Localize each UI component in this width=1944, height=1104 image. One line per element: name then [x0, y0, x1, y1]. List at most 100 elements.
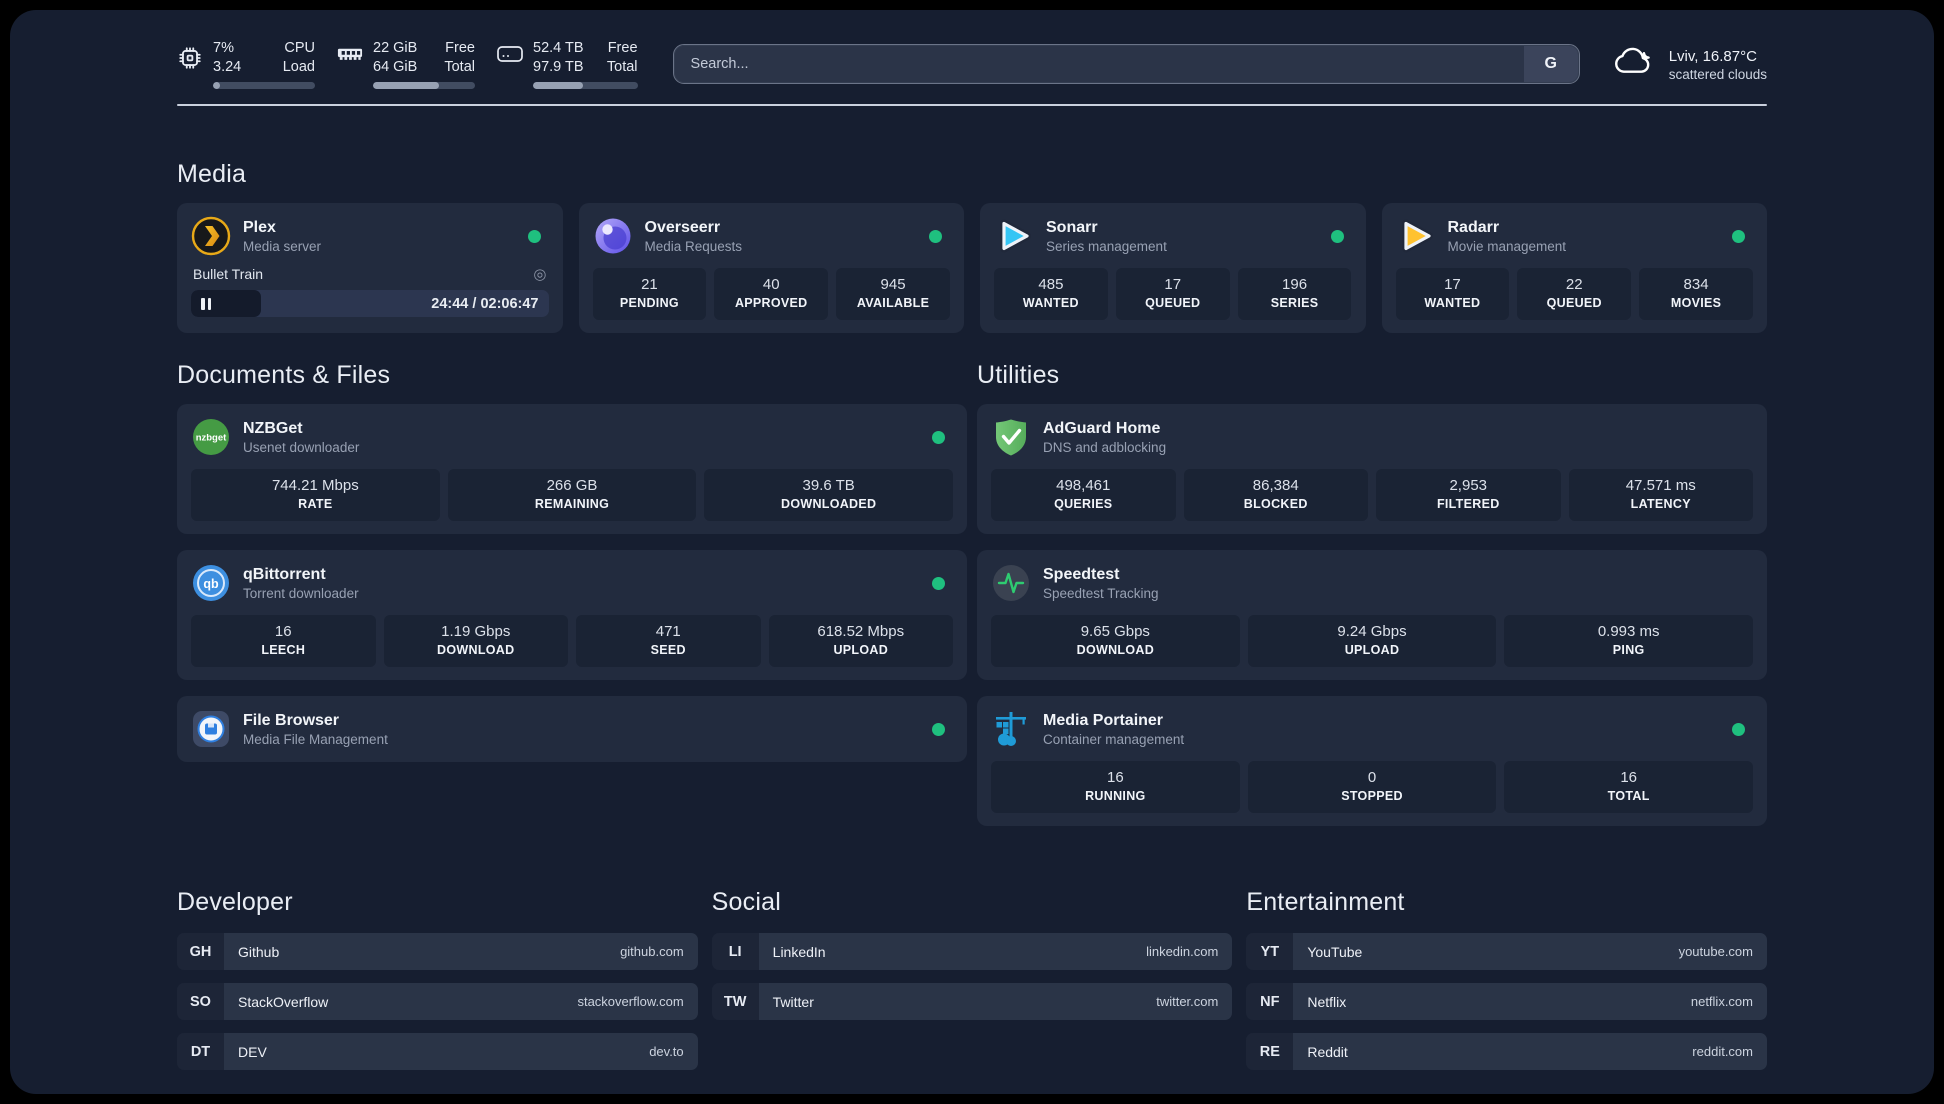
disk-total-value: 97.9 TB — [533, 59, 584, 75]
cpu-usage-label: CPU — [284, 40, 315, 56]
service-subtitle: Torrent downloader — [243, 585, 359, 601]
bookmark-name: YouTube — [1307, 943, 1363, 960]
bookmark-name: DEV — [238, 1043, 267, 1060]
section-title-utilities: Utilities — [977, 361, 1060, 389]
nzbget-card[interactable]: nzbget NZBGet Usenet downloader 744.21 M… — [177, 404, 967, 534]
memory-stat: 22 GiB 64 GiB Free Total — [337, 39, 475, 89]
bookmark-name: Reddit — [1307, 1043, 1348, 1060]
stat-box: 22 QUEUED — [1517, 268, 1632, 320]
service-name: AdGuard Home — [1043, 419, 1161, 437]
stat-box: 86,384 BLOCKED — [1183, 469, 1368, 521]
stat-box: 618.52 Mbps UPLOAD — [768, 615, 953, 667]
section-title-entertainment: Entertainment — [1246, 888, 1405, 916]
service-subtitle: DNS and adblocking — [1043, 439, 1167, 455]
stat-box: 485 WANTED — [994, 268, 1108, 320]
service-name: Sonarr — [1046, 218, 1098, 236]
disk-free-value: 52.4 TB — [533, 40, 584, 56]
playback-progress-bar[interactable]: 24:44 / 02:06:47 — [191, 290, 549, 317]
service-subtitle: Media Requests — [644, 238, 743, 254]
stat-box: 16 TOTAL — [1504, 761, 1754, 813]
service-name: Plex — [243, 218, 276, 236]
stat-box: 47.571 ms LATENCY — [1568, 469, 1753, 521]
stat-box: 1.19 Gbps DOWNLOAD — [383, 615, 568, 667]
stat-box: 17 WANTED — [1395, 268, 1510, 320]
stat-box: 498,461 QUERIES — [991, 469, 1176, 521]
section-title-media: Media — [177, 160, 247, 188]
adguard-icon — [991, 417, 1031, 457]
plex-icon — [191, 216, 231, 256]
playback-time: 24:44 / 02:06:47 — [431, 295, 539, 312]
stat-box: 9.24 Gbps UPLOAD — [1247, 615, 1497, 667]
radarr-icon — [1396, 216, 1436, 256]
search-engine-button[interactable]: G — [1523, 46, 1578, 82]
bookmark-url: youtube.com — [1678, 944, 1753, 959]
disk-stat: 52.4 TB 97.9 TB Free Total — [497, 39, 638, 89]
service-name: Overseerr — [644, 218, 721, 236]
overseerr-card[interactable]: Overseerr Media Requests 21 PENDING 40 A… — [578, 203, 964, 333]
bookmark-abbr: SO — [177, 983, 224, 1020]
service-name: qBittorrent — [243, 565, 326, 583]
bookmark-url: twitter.com — [1156, 994, 1219, 1009]
status-dot-online — [932, 722, 945, 736]
top-bar: 7% 3.24 CPU Load 22 GiB 64 GiB Free Tota… — [177, 10, 1767, 92]
adguard-card[interactable]: AdGuard Home DNS and adblocking 498,461 … — [977, 404, 1767, 534]
bookmark-twitter[interactable]: TW Twitter twitter.com — [711, 983, 1233, 1020]
qbittorrent-card[interactable]: qb qBittorrent Torrent downloader 16 LEE… — [177, 550, 967, 680]
stat-box: 0.993 ms PING — [1504, 615, 1754, 667]
filebrowser-icon — [191, 709, 231, 749]
disk-progress-bar — [533, 82, 638, 89]
svg-text:nzbget: nzbget — [196, 433, 227, 444]
bookmark-abbr: GH — [177, 933, 224, 970]
bookmark-dev[interactable]: DT DEV dev.to — [177, 1033, 698, 1070]
bookmark-reddit[interactable]: RE Reddit reddit.com — [1246, 1033, 1767, 1070]
service-subtitle: Media server — [243, 238, 322, 254]
bookmark-url: reddit.com — [1692, 1044, 1753, 1059]
bookmark-url: stackoverflow.com — [577, 994, 684, 1009]
weather-widget: Lviv, 16.87°C scattered clouds — [1611, 46, 1767, 82]
section-title-social: Social — [711, 888, 781, 916]
weather-location-temp: Lviv, 16.87°C — [1668, 47, 1757, 65]
bookmark-abbr: TW — [711, 983, 759, 1020]
filebrowser-card[interactable]: File Browser Media File Management — [177, 696, 967, 762]
service-name: File Browser — [243, 711, 340, 729]
cpu-load-value: 3.24 — [213, 59, 242, 75]
stat-box: 834 MOVIES — [1639, 268, 1753, 320]
service-subtitle: Media File Management — [243, 731, 388, 747]
now-playing-title: Bullet Train — [193, 266, 264, 282]
memory-icon — [337, 39, 363, 69]
stat-box: 2,953 FILTERED — [1376, 469, 1561, 521]
bookmark-youtube[interactable]: YT YouTube youtube.com — [1246, 933, 1767, 970]
service-subtitle: Series management — [1046, 238, 1167, 254]
radarr-card[interactable]: Radarr Movie management 17 WANTED 22 QUE… — [1381, 203, 1767, 333]
speedtest-card[interactable]: Speedtest Speedtest Tracking 9.65 Gbps D… — [977, 550, 1767, 680]
search-input[interactable] — [674, 46, 1524, 82]
section-title-documents: Documents & Files — [177, 361, 391, 389]
status-dot-online — [527, 229, 541, 243]
nzbget-icon: nzbget — [191, 417, 231, 457]
stat-box: 21 PENDING — [592, 268, 707, 320]
bookmark-stackoverflow[interactable]: SO StackOverflow stackoverflow.com — [177, 983, 698, 1020]
status-dot-online — [1330, 229, 1344, 243]
bookmark-netflix[interactable]: NF Netflix netflix.com — [1246, 983, 1767, 1020]
bookmark-url: linkedin.com — [1146, 944, 1219, 959]
plex-card[interactable]: Plex Media server Bullet Train ◎ 24:44 /… — [177, 203, 563, 333]
stat-box: 945 AVAILABLE — [836, 268, 950, 320]
session-type-icon: ◎ — [533, 266, 547, 283]
disk-total-label: Total — [606, 59, 638, 75]
status-dot-online — [932, 576, 945, 590]
sonarr-card[interactable]: Sonarr Series management 485 WANTED 17 Q… — [980, 203, 1366, 333]
bookmark-abbr: DT — [177, 1033, 224, 1070]
bookmark-linkedin[interactable]: LI LinkedIn linkedin.com — [711, 933, 1233, 970]
search-bar[interactable]: G — [672, 44, 1580, 84]
qbittorrent-icon: qb — [191, 563, 231, 603]
service-subtitle: Usenet downloader — [243, 439, 360, 455]
cpu-icon — [177, 39, 203, 76]
cpu-usage-value: 7% — [213, 40, 234, 56]
overseerr-icon — [593, 216, 633, 256]
svg-text:qb: qb — [203, 577, 219, 591]
portainer-card[interactable]: Media Portainer Container management 16 … — [977, 696, 1767, 826]
stat-box: 16 RUNNING — [991, 761, 1240, 813]
bookmark-abbr: NF — [1246, 983, 1294, 1020]
bookmark-github[interactable]: GH Github github.com — [177, 933, 698, 970]
cpu-load-label: Load — [282, 59, 315, 75]
